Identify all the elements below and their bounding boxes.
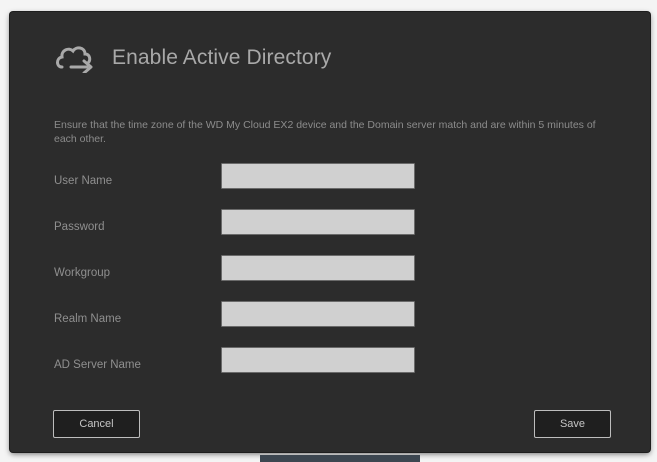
ad-server-name-label: AD Server Name	[54, 359, 141, 371]
time-zone-notice: Ensure that the time zone of the WD My C…	[54, 119, 596, 145]
background-strip	[260, 455, 420, 462]
cancel-button[interactable]: Cancel	[53, 410, 140, 438]
password-input[interactable]	[221, 209, 415, 235]
form-row-password: Password	[54, 208, 614, 254]
workgroup-label: Workgroup	[54, 267, 111, 279]
user-name-input[interactable]	[221, 163, 415, 189]
form-row-workgroup: Workgroup	[54, 254, 614, 300]
realm-name-input[interactable]	[221, 301, 415, 327]
user-name-label: User Name	[54, 175, 113, 187]
realm-name-label: Realm Name	[54, 313, 122, 325]
cloud-sync-icon	[54, 43, 104, 75]
dialog-header: Enable Active Directory	[54, 38, 331, 78]
active-directory-form: User Name Password Workgroup Realm Name …	[54, 162, 614, 392]
form-row-user-name: User Name	[54, 162, 614, 208]
enable-active-directory-dialog: Enable Active Directory Ensure that the …	[10, 12, 650, 452]
password-label: Password	[54, 221, 105, 233]
ad-server-name-input[interactable]	[221, 347, 415, 373]
dialog-title: Enable Active Directory	[112, 46, 332, 69]
form-row-ad-server-name: AD Server Name	[54, 346, 614, 392]
save-button[interactable]: Save	[534, 410, 611, 438]
form-row-realm-name: Realm Name	[54, 300, 614, 346]
workgroup-input[interactable]	[221, 255, 415, 281]
